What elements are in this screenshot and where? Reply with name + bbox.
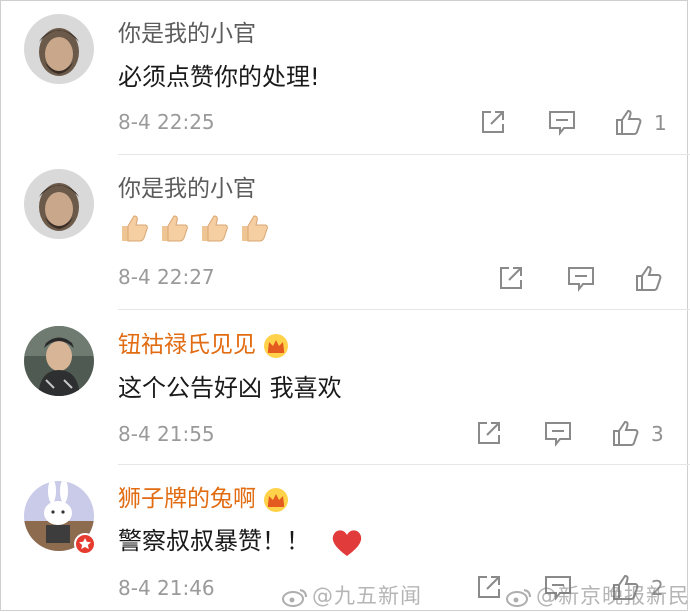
watermark-left: @九五新闻 bbox=[282, 580, 422, 610]
emoji-row bbox=[118, 211, 272, 245]
timestamp: 8-4 22:25 bbox=[118, 110, 215, 134]
avatar[interactable] bbox=[24, 169, 94, 239]
comment-icon[interactable] bbox=[566, 263, 596, 293]
like-icon[interactable] bbox=[611, 418, 641, 448]
timestamp: 8-4 22:27 bbox=[118, 265, 215, 289]
comment-text: 这个公告好凶 我喜欢 bbox=[118, 374, 342, 402]
username-text: 钮祜禄氏见见 bbox=[118, 332, 256, 358]
comment-text: 警察叔叔暴赞！！ bbox=[118, 526, 364, 557]
vip-crown-icon bbox=[264, 487, 288, 512]
like-count: 3 bbox=[651, 422, 664, 446]
avatar[interactable] bbox=[24, 14, 94, 84]
comment-icon[interactable] bbox=[547, 107, 577, 137]
like-icon[interactable] bbox=[634, 263, 664, 293]
username[interactable]: 你是我的小官 bbox=[118, 175, 256, 203]
comment-item: 钮祜禄氏见见 这个公告好凶 我喜欢 8-4 21:55 3 bbox=[0, 310, 690, 465]
username[interactable]: 钮祜禄氏见见 bbox=[118, 331, 290, 359]
comment-text-body: 警察叔叔暴赞！！ bbox=[118, 527, 310, 555]
comment-item: 你是我的小官 必须点赞你的处理! 8-4 22:25 1 bbox=[0, 0, 690, 155]
comment-item: 你是我的小官 8-4 22:27 bbox=[0, 155, 690, 310]
watermark-right: @新京晚报新民网 bbox=[506, 580, 690, 610]
username-text: 狮子牌的兔啊 bbox=[118, 486, 256, 512]
comment-text: 必须点赞你的处理! bbox=[118, 63, 320, 91]
thumbs-up-icon bbox=[122, 215, 148, 242]
timestamp: 8-4 21:46 bbox=[118, 576, 215, 600]
thumbs-up-icon bbox=[162, 215, 188, 242]
timestamp: 8-4 21:55 bbox=[118, 422, 215, 446]
weibo-logo-icon bbox=[506, 589, 531, 607]
avatar[interactable] bbox=[24, 326, 94, 396]
thumbs-up-icon bbox=[242, 215, 268, 242]
share-icon[interactable] bbox=[474, 572, 504, 602]
like-icon[interactable] bbox=[614, 107, 644, 137]
share-icon[interactable] bbox=[474, 418, 504, 448]
username[interactable]: 狮子牌的兔啊 bbox=[118, 485, 290, 513]
like-count: 1 bbox=[654, 111, 667, 135]
comment-icon[interactable] bbox=[543, 418, 573, 448]
watermark-left-text: @九五新闻 bbox=[312, 584, 422, 608]
username[interactable]: 你是我的小官 bbox=[118, 20, 256, 48]
weibo-logo-icon bbox=[282, 589, 307, 607]
thumbs-up-icon bbox=[202, 215, 228, 242]
vip-crown-icon bbox=[264, 333, 288, 358]
heart-icon bbox=[332, 530, 361, 556]
verified-badge-icon bbox=[74, 533, 96, 555]
share-icon[interactable] bbox=[478, 107, 508, 137]
watermark-right-text: @新京晚报新民网 bbox=[536, 584, 690, 608]
share-icon[interactable] bbox=[496, 263, 526, 293]
